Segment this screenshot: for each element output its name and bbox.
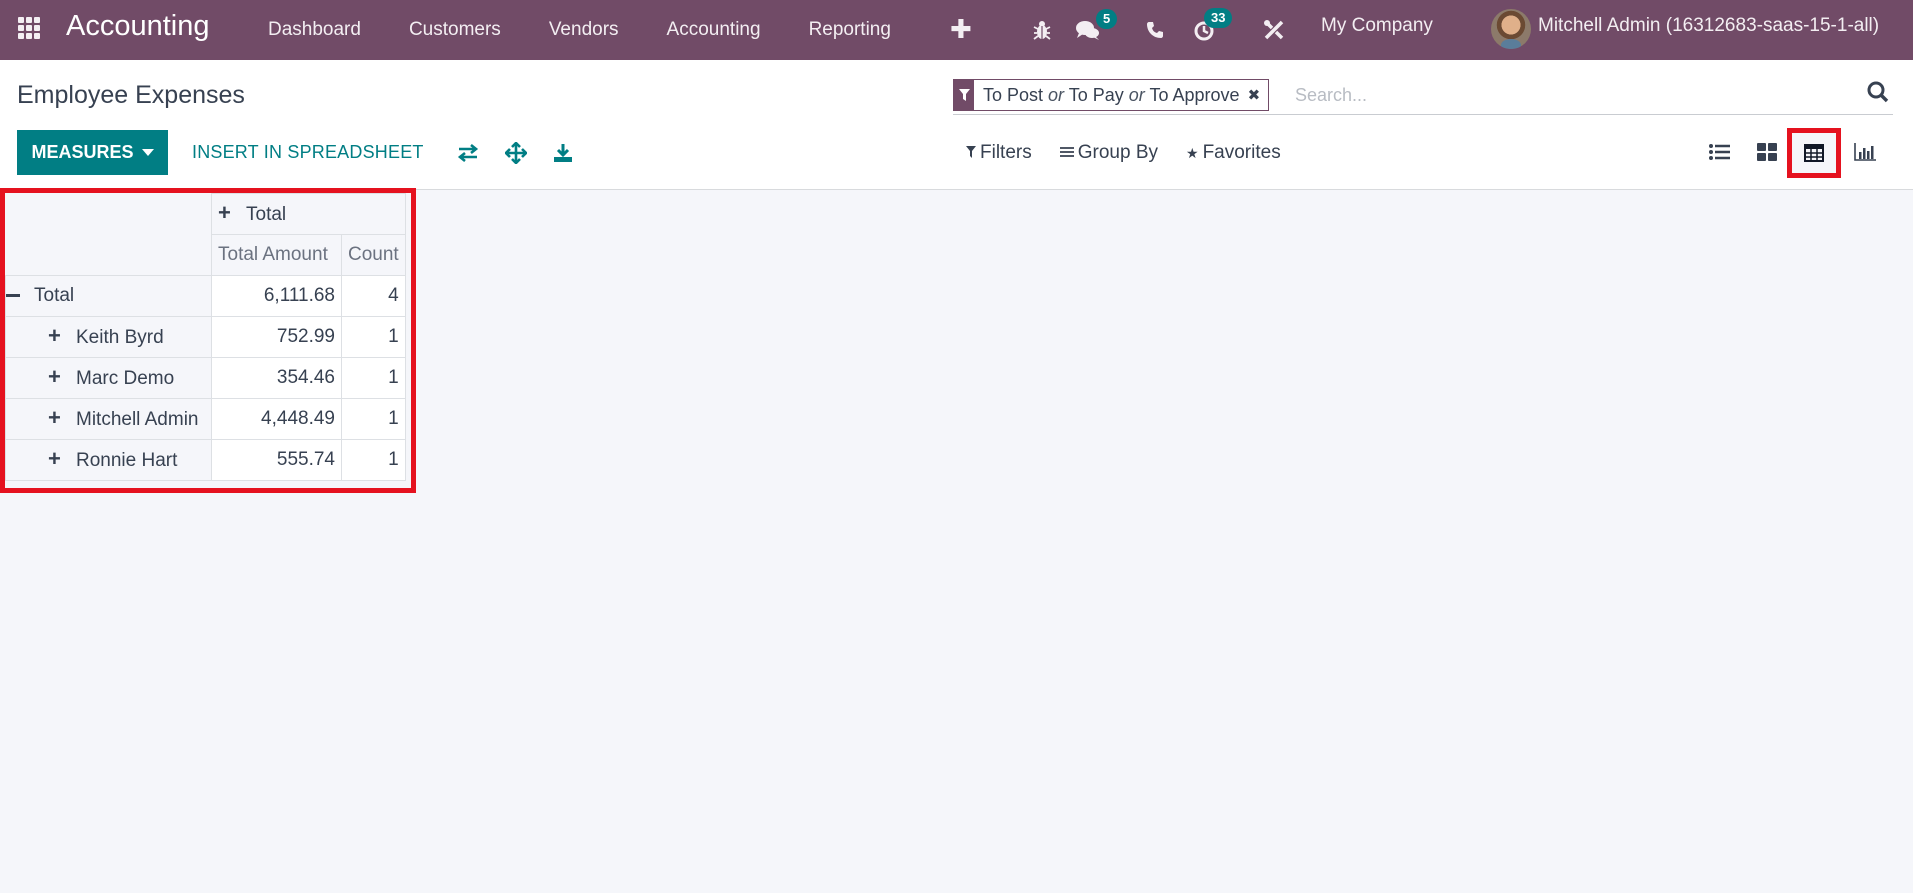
menu-item-reporting[interactable]: Reporting	[809, 19, 891, 41]
list-view-icon[interactable]	[1698, 132, 1742, 172]
filters-button[interactable]: Filters	[966, 142, 1032, 164]
highlight-annotation-box	[0, 188, 416, 493]
search-options: Filters Group By ★ Favorites	[966, 140, 1309, 166]
menu-item-accounting[interactable]: Accounting	[667, 19, 761, 41]
filter-icon	[954, 80, 974, 110]
bars-icon	[1059, 145, 1074, 161]
phone-icon[interactable]	[1144, 0, 1166, 60]
facet-label: To Post or To Pay or To Approve	[983, 84, 1240, 105]
measures-button[interactable]: MEASURES	[17, 130, 168, 175]
download-icon[interactable]	[550, 140, 576, 166]
search-input[interactable]	[1295, 79, 1815, 111]
expand-all-icon[interactable]	[503, 140, 529, 166]
control-panel: Employee Expenses MEASURES INSERT IN SPR…	[0, 60, 1913, 190]
kanban-view-icon[interactable]	[1745, 132, 1789, 172]
graph-view-icon[interactable]	[1843, 132, 1887, 172]
star-icon: ★	[1186, 144, 1199, 161]
menu-item-vendors[interactable]: Vendors	[549, 19, 619, 41]
page-title: Employee Expenses	[17, 81, 245, 109]
messages-badge: 5	[1096, 9, 1118, 29]
user-avatar[interactable]	[1491, 9, 1531, 49]
menu-item-customers[interactable]: Customers	[409, 19, 501, 41]
plus-icon[interactable]: ✚	[950, 14, 972, 45]
company-switcher[interactable]: My Company	[1321, 15, 1433, 37]
group-by-button[interactable]: Group By	[1059, 142, 1158, 164]
top-navbar: Accounting Dashboard Customers Vendors A…	[0, 0, 1913, 60]
caret-down-icon	[141, 149, 154, 156]
bug-icon[interactable]	[1030, 0, 1054, 60]
user-menu[interactable]: Mitchell Admin (16312683-saas-15-1-all)	[1538, 15, 1879, 37]
search-icon[interactable]	[1867, 81, 1893, 107]
tools-icon[interactable]	[1262, 0, 1286, 60]
favorites-button[interactable]: ★ Favorites	[1186, 142, 1281, 164]
chat-icon[interactable]	[1075, 0, 1101, 60]
menu-item-dashboard[interactable]: Dashboard	[268, 19, 361, 41]
insert-in-spreadsheet-button[interactable]: INSERT IN SPREADSHEET	[192, 130, 424, 175]
app-name[interactable]: Accounting	[66, 10, 210, 43]
remove-facet-icon[interactable]: ✖	[1248, 86, 1269, 104]
search-bar: To Post or To Pay or To Approve ✖	[953, 77, 1893, 115]
measures-label: MEASURES	[31, 142, 134, 162]
pivot-view-icon[interactable]	[1787, 128, 1841, 178]
main-menu: Dashboard Customers Vendors Accounting R…	[268, 0, 939, 60]
flip-axis-icon[interactable]	[455, 140, 481, 166]
activities-badge: 33	[1204, 8, 1233, 28]
filter-facet[interactable]: To Post or To Pay or To Approve ✖	[953, 79, 1270, 111]
filter-icon	[966, 145, 976, 161]
apps-menu-icon[interactable]	[18, 17, 40, 39]
